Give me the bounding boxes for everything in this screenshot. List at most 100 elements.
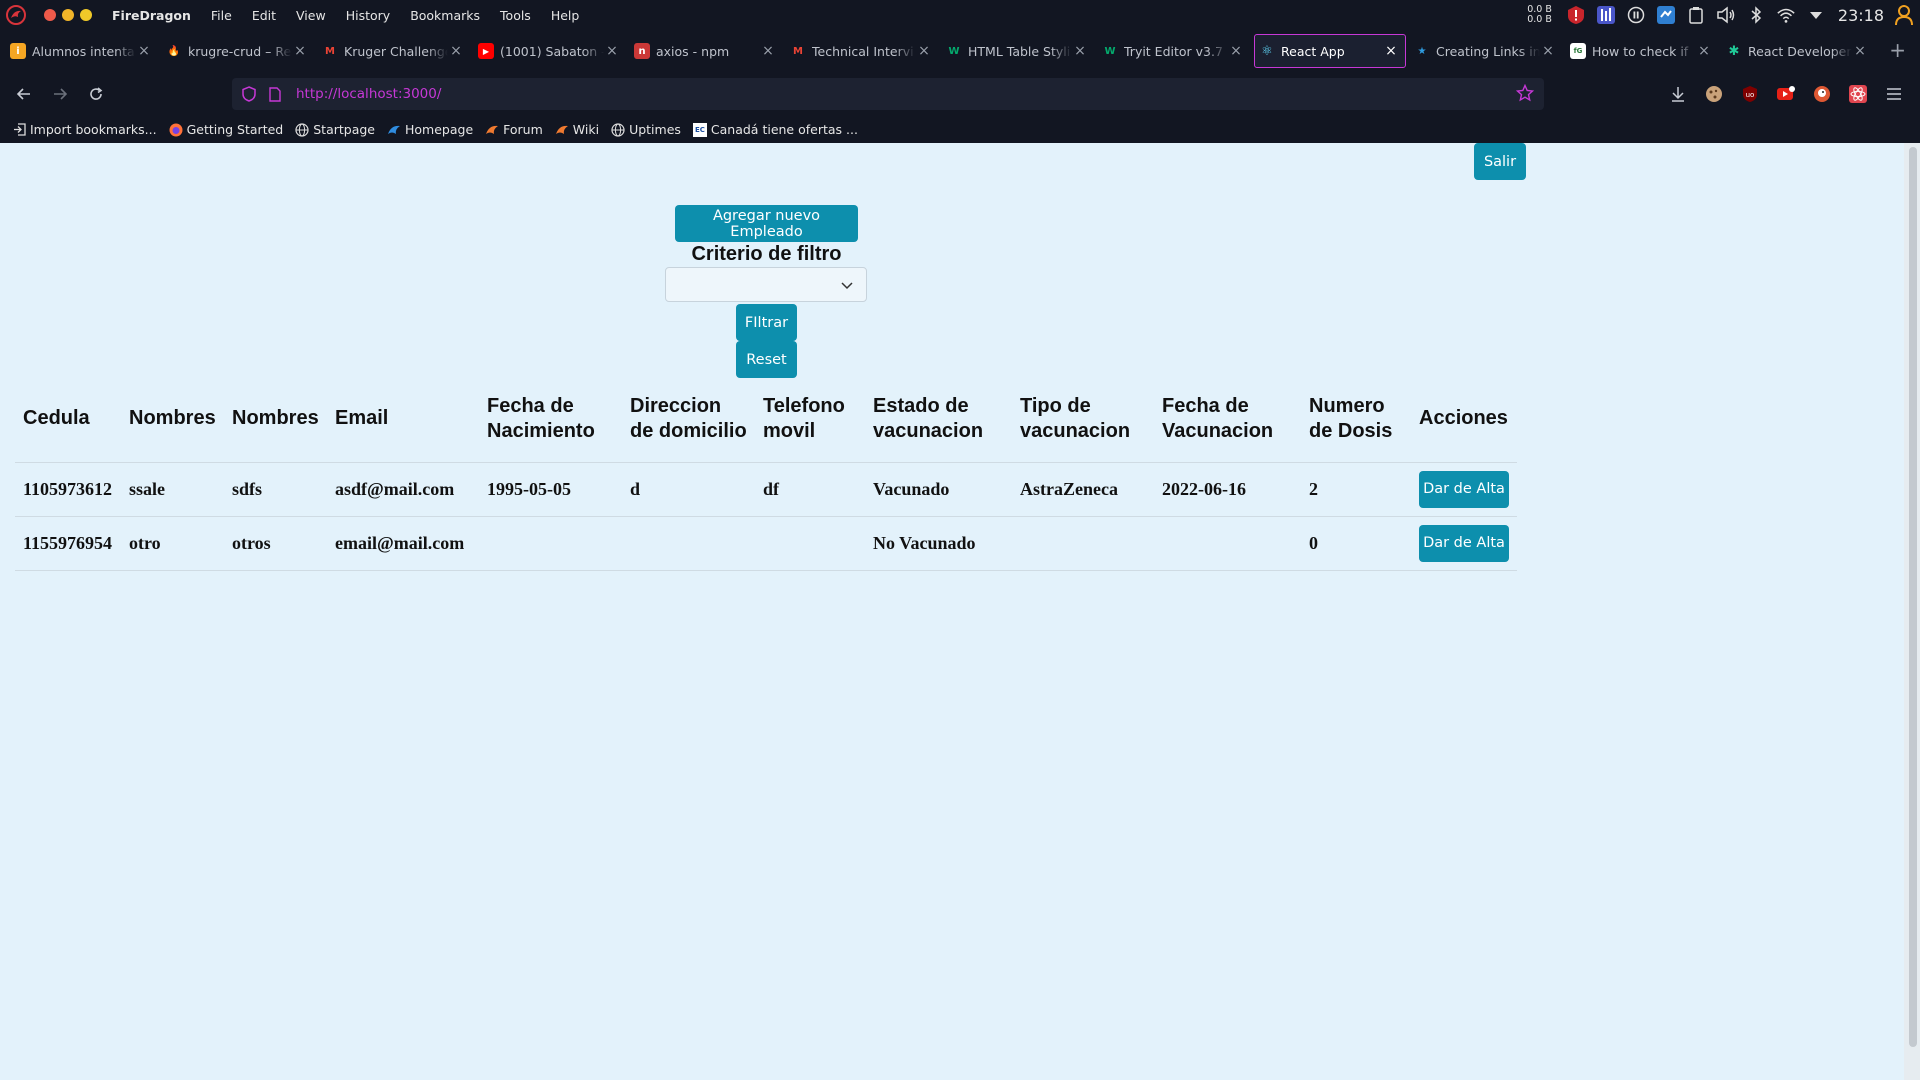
agregar-empleado-button[interactable]: Agregar nuevo Empleado [675, 205, 858, 242]
alert-shield-icon[interactable] [1566, 5, 1586, 25]
youtube-favicon-icon: ▶ [478, 43, 494, 59]
cell-nombres: ssale [121, 462, 224, 517]
equalizer-icon[interactable] [1596, 5, 1616, 25]
url-bar[interactable]: http://localhost:3000/ [232, 78, 1544, 110]
tab-kruger-challenge[interactable]: M Kruger Challenge × [318, 34, 470, 68]
ublock-origin-icon[interactable]: uo [1738, 82, 1762, 106]
tab-title: Kruger Challenge [344, 43, 448, 59]
pause-icon[interactable] [1626, 5, 1646, 25]
tab-technical-interview[interactable]: M Technical Intervi × [786, 34, 938, 68]
tab-close-icon[interactable]: × [1383, 43, 1399, 59]
tab-close-icon[interactable]: × [136, 43, 152, 59]
react-devtools-icon[interactable] [1846, 82, 1870, 106]
duckduckgo-icon[interactable] [1810, 82, 1834, 106]
menu-file[interactable]: File [201, 8, 242, 23]
menu-bookmarks[interactable]: Bookmarks [400, 8, 490, 23]
header-fecha-nacimiento: Fecha de Nacimiento [479, 376, 622, 463]
clipboard-icon[interactable] [1686, 5, 1706, 25]
filtrar-button[interactable]: FIltrar [736, 304, 797, 341]
wifi-icon[interactable] [1776, 5, 1796, 25]
tab-close-icon[interactable]: × [760, 43, 776, 59]
tab-title: How to check if [1592, 43, 1689, 59]
bookmark-label: Startpage [313, 122, 375, 137]
salir-button[interactable]: Salir [1474, 143, 1526, 180]
bookmark-startpage[interactable]: Startpage [295, 122, 375, 137]
screenshot-app-icon[interactable] [1656, 5, 1676, 25]
bookmark-getting-started[interactable]: Getting Started [169, 122, 283, 137]
tab-sabaton[interactable]: ▶ (1001) Sabaton - × [474, 34, 626, 68]
dropdown-triangle-icon[interactable] [1806, 5, 1826, 25]
maximize-window-icon[interactable] [80, 9, 92, 21]
bookmark-label: Import bookmarks... [30, 122, 157, 137]
bookmark-homepage[interactable]: Homepage [387, 122, 473, 137]
download-icon[interactable] [1666, 82, 1690, 106]
gmail-favicon-icon: M [325, 45, 335, 57]
tab-close-icon[interactable]: × [1072, 43, 1088, 59]
tab-close-icon[interactable]: × [1228, 43, 1244, 59]
tab-close-icon[interactable]: × [448, 43, 464, 59]
bookmark-forum[interactable]: Forum [485, 122, 543, 137]
cell-apellidos: otros [224, 516, 327, 571]
vertical-scrollbar[interactable] [1904, 143, 1920, 1080]
reload-icon[interactable] [78, 78, 114, 110]
svg-text:uo: uo [1746, 91, 1755, 99]
scrollbar-thumb[interactable] [1909, 147, 1917, 1047]
bookmark-import[interactable]: Import bookmarks... [12, 122, 157, 137]
bookmark-label: Homepage [405, 122, 474, 137]
header-text: Numero [1309, 394, 1385, 417]
tab-creating-links[interactable]: ★ Creating Links in × [1410, 34, 1562, 68]
firedragon-logo-icon[interactable] [4, 3, 28, 27]
volume-icon[interactable] [1716, 5, 1736, 25]
page-info-icon[interactable] [266, 85, 284, 103]
bookmark-uptimes[interactable]: Uptimes [611, 122, 681, 137]
dar-de-alta-button[interactable]: Dar de Alta [1419, 524, 1509, 562]
tab-react-app[interactable]: ⚛ React App × [1254, 34, 1406, 68]
header-text: Email [335, 407, 389, 430]
user-icon[interactable] [1894, 5, 1914, 26]
tab-close-icon[interactable]: × [1852, 43, 1868, 59]
bookmark-star-icon[interactable] [1515, 83, 1535, 106]
tab-html-table-styling[interactable]: W HTML Table Styli × [942, 34, 1094, 68]
filtro-select[interactable] [665, 267, 867, 302]
menu-tools[interactable]: Tools [490, 8, 541, 23]
menu-view[interactable]: View [286, 8, 336, 23]
menu-help[interactable]: Help [541, 8, 590, 23]
tab-alumnos[interactable]: i Alumnos intentan × [6, 34, 158, 68]
bookmark-canada-ofertas[interactable]: EC Canadá tiene ofertas ... [692, 122, 858, 137]
menu-edit[interactable]: Edit [242, 8, 286, 23]
hamburger-menu-icon[interactable] [1882, 82, 1906, 106]
network-speed: 0.0 B 0.0 B [1527, 5, 1552, 25]
forward-icon[interactable] [42, 78, 78, 110]
new-tab-icon[interactable]: + [1889, 38, 1906, 62]
tab-close-icon[interactable]: × [292, 43, 308, 59]
menu-history[interactable]: History [336, 8, 400, 23]
back-icon[interactable] [6, 78, 42, 110]
tab-react-developer[interactable]: ✱ React Developer × [1722, 34, 1874, 68]
reset-button[interactable]: Reset [736, 341, 797, 378]
header-text: de domicilio [630, 419, 747, 442]
tab-title: krugre-crud – Re [188, 43, 292, 59]
tab-how-to-check[interactable]: fG How to check if × [1566, 34, 1718, 68]
tab-close-icon[interactable]: × [1540, 43, 1556, 59]
minimize-window-icon[interactable] [62, 9, 74, 21]
react-dev-favicon-icon: ✱ [1728, 43, 1740, 59]
tab-close-icon[interactable]: × [1696, 43, 1712, 59]
header-numero-dosis: Numero de Dosis [1301, 376, 1411, 463]
tab-close-icon[interactable]: × [916, 43, 932, 59]
firefox-icon [169, 123, 183, 137]
cookie-extension-icon[interactable] [1702, 82, 1726, 106]
dar-de-alta-button[interactable]: Dar de Alta [1419, 470, 1509, 508]
cell-dosis: 0 [1301, 516, 1411, 571]
tab-tryit-editor[interactable]: W Tryit Editor v3.7 × [1098, 34, 1250, 68]
url-text[interactable]: http://localhost:3000/ [296, 86, 441, 102]
tracking-shield-icon[interactable] [240, 85, 258, 103]
bluetooth-icon[interactable] [1746, 5, 1766, 25]
youtube-extension-icon[interactable] [1774, 82, 1798, 106]
bookmark-wiki[interactable]: Wiki [555, 122, 599, 137]
tab-close-icon[interactable]: × [604, 43, 620, 59]
tab-axios[interactable]: n axios - npm × [630, 34, 782, 68]
tab-title: Tryit Editor v3.7 [1124, 43, 1223, 59]
net-down: 0.0 B [1527, 14, 1552, 25]
close-window-icon[interactable] [44, 9, 56, 21]
tab-krugre-crud[interactable]: 🔥 krugre-crud – Re × [162, 34, 314, 68]
